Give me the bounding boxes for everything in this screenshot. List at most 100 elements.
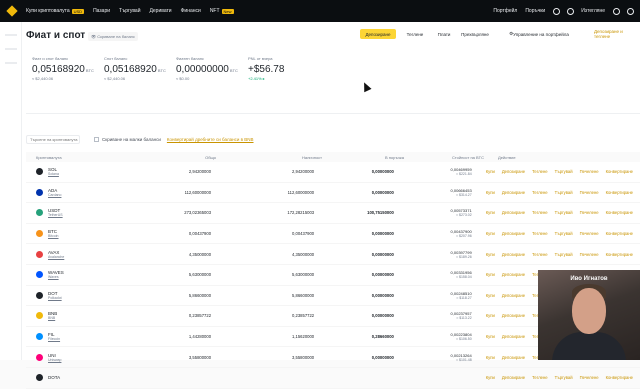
action-link[interactable]: Депозиране [502,231,525,236]
action-link[interactable]: Депозиране [502,293,525,298]
action-link[interactable]: Конвертиране [606,169,633,174]
action-link[interactable]: Депозиране [502,190,525,195]
action-link[interactable]: Печелене [580,252,599,257]
nav-item[interactable]: Купи криптовалута USD [26,8,85,14]
manage-portfolio-button[interactable]: ⚙ Управление на портфейла [508,29,570,39]
action-link[interactable]: Депозиране [502,169,525,174]
globe-icon[interactable] [613,7,620,15]
action-link[interactable]: Търгувай [555,375,573,380]
action-link[interactable]: Купи [486,190,495,195]
action-link[interactable]: Купи [486,375,495,380]
action-link[interactable]: Купи [486,355,495,360]
action-link[interactable]: Печелене [580,210,599,215]
col-btc-value[interactable]: Стойност на BTC [404,155,484,160]
convert-to-bnb-link[interactable]: Конвертирай дребните си баланси в BNB [167,137,254,142]
action-link[interactable]: Теглене [532,375,548,380]
coin-cell[interactable]: DOT Polkadot [26,291,133,300]
coin-cell[interactable]: SOL Solana [26,167,133,176]
coin-cell[interactable]: FIL Filecoin [26,332,133,341]
action-link[interactable]: Конвертиране [606,190,633,195]
nav-wallet[interactable]: Портфейл [493,8,517,14]
transfer-button[interactable]: Прехвърляне [458,29,492,39]
nav-item[interactable]: Финанси [181,8,201,14]
hide-balance-toggle[interactable]: 👁 Скриване на баланс [88,32,138,41]
notification-icon[interactable] [567,7,575,15]
action-link[interactable]: Купи [486,252,495,257]
coin-name[interactable]: Waves [48,275,64,279]
download-link[interactable]: Изтегляне [581,8,605,14]
action-link[interactable]: Купи [486,210,495,215]
action-link[interactable]: Депозиране [502,313,525,318]
coin-cell[interactable]: BTC Bitcoin [26,229,133,238]
nav-item[interactable]: Търгувай [119,8,140,14]
coin-name[interactable]: Cardano [48,193,61,197]
action-link[interactable]: Конвертиране [606,210,633,215]
action-link[interactable]: Депозиране [502,355,525,360]
coin-cell[interactable]: USDT TetherUS [26,208,133,217]
action-link[interactable]: Търгувай [555,252,573,257]
binance-logo-icon[interactable] [6,5,18,17]
action-link[interactable]: Конвертиране [606,375,633,380]
coin-cell[interactable]: BNB BNB [26,311,133,320]
search-input[interactable] [26,134,80,144]
theme-toggle-icon[interactable] [627,7,634,15]
sidebar-item[interactable] [5,34,17,36]
action-link[interactable]: Купи [486,169,495,174]
col-available[interactable]: Наличност [216,155,322,160]
nav-item[interactable]: NFT New [210,8,234,14]
coin-name[interactable]: Solana [48,172,59,176]
coin-name[interactable]: Avalanche [48,255,64,259]
coin-name[interactable]: BNB [48,316,57,320]
usd-value: ≈ $118.27 [456,295,472,300]
action-link[interactable]: Печелене [580,190,599,195]
action-link[interactable]: Купи [486,313,495,318]
action-link[interactable]: Конвертиране [606,252,633,257]
col-in-order[interactable]: В поръчка [322,155,404,160]
coin-cell[interactable]: WAVES Waves [26,270,133,279]
action-link[interactable]: Конвертиране [606,231,633,236]
pay-button[interactable]: Плати [432,29,456,39]
action-link[interactable]: Купи [486,272,495,277]
coin-cell[interactable]: UNI Uniswap [26,353,133,362]
action-link[interactable]: Купи [486,231,495,236]
nav-item[interactable]: Деривати [150,8,172,14]
action-link[interactable]: Теглене [532,169,548,174]
user-icon[interactable] [553,7,561,15]
coin-cell[interactable]: ADA Cardano [26,188,133,197]
action-link[interactable]: Депозиране [502,375,525,380]
action-link[interactable]: Печелене [580,231,599,236]
action-link[interactable]: Теглене [532,190,548,195]
action-link[interactable]: Теглене [532,210,548,215]
hide-small-checkbox[interactable] [94,136,99,142]
action-link[interactable]: Теглене [532,252,548,257]
action-link[interactable]: Депозиране [502,334,525,339]
coin-name[interactable]: TetherUS [48,213,63,217]
action-link[interactable]: Купи [486,334,495,339]
action-link[interactable]: Търгувай [555,190,573,195]
withdraw-button[interactable]: Теглене [400,29,430,39]
action-link[interactable]: Депозиране [502,272,525,277]
sidebar-item[interactable] [5,62,17,64]
action-link[interactable]: Купи [486,293,495,298]
coin-text: BNB BNB [48,311,57,320]
action-link[interactable]: Търгувай [555,231,573,236]
nav-orders[interactable]: Поръчки [525,8,545,14]
deposit-button[interactable]: Депозиране [360,29,396,39]
nav-item[interactable]: Пазари [93,8,110,14]
action-link[interactable]: Теглене [532,231,548,236]
action-link[interactable]: Депозиране [502,210,525,215]
deposit-withdraw-link[interactable]: Депозиране и теглене [594,29,640,39]
col-total[interactable]: Общо [136,155,216,160]
coin-cell[interactable]: DOTA [26,374,133,382]
sidebar-item[interactable] [5,48,17,50]
col-coin[interactable]: Криптовалута [26,155,136,160]
coin-name[interactable]: Filecoin [48,337,60,341]
coin-cell[interactable]: AVAX Avalanche [26,250,133,259]
action-link[interactable]: Търгувай [555,210,573,215]
action-link[interactable]: Печелене [580,375,599,380]
action-link[interactable]: Печелене [580,169,599,174]
action-link[interactable]: Депозиране [502,252,525,257]
coin-name[interactable]: Bitcoin [48,234,59,238]
coin-name[interactable]: Polkadot [48,296,62,300]
action-link[interactable]: Търгувай [555,169,573,174]
